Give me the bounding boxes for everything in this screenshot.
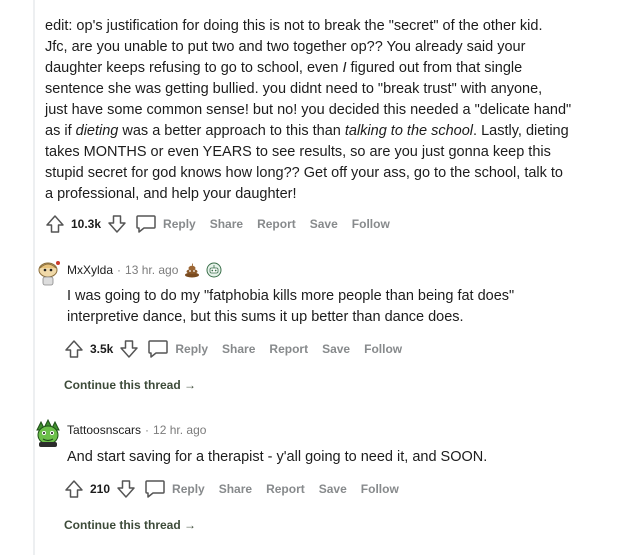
body-line: edit: op's justification for doing this … — [45, 18, 543, 34]
body-line: was a better approach to this than — [118, 123, 345, 139]
save-button[interactable]: Save — [322, 342, 350, 356]
reply-button[interactable]: Reply — [144, 479, 205, 499]
body-line: stupid secret for god knows how long?? G… — [45, 165, 563, 181]
body-italic: dieting — [75, 123, 119, 139]
timestamp[interactable]: 13 hr. ago — [125, 263, 178, 277]
report-button[interactable]: Report — [269, 342, 308, 356]
report-button[interactable]: Report — [257, 217, 296, 231]
comment: Tattoosnscars · 12 hr. ago And start sav… — [64, 423, 627, 532]
body-line: interpretive dance, but this sums it up … — [67, 309, 464, 325]
continue-thread-link[interactable]: Continue this thread → — [64, 518, 627, 532]
username[interactable]: MxXylda — [67, 263, 113, 277]
upvote-icon[interactable] — [64, 479, 84, 499]
reply-label: Reply — [175, 342, 209, 356]
comment-body: And start saving for a therapist - y'all… — [67, 447, 627, 468]
comment-body: edit: op's justification for doing this … — [45, 16, 625, 205]
downvote-icon[interactable] — [116, 479, 136, 499]
comment-body: I was going to do my "fatphobia kills mo… — [67, 286, 627, 328]
action-bar: 10.3k Reply Share Report Save Follow — [45, 214, 625, 234]
comment-header: Tattoosnscars · 12 hr. ago — [67, 423, 627, 437]
body-line: takes MONTHS or even YEARS to see result… — [45, 144, 551, 160]
separator: · — [117, 263, 122, 277]
upvote-icon[interactable] — [64, 339, 84, 359]
vote-count: 10.3k — [71, 217, 102, 231]
body-line: . Lastly, dieting — [473, 123, 569, 139]
top-comment: edit: op's justification for doing this … — [45, 16, 625, 234]
body-line: daughter keeps refusing to go to school,… — [45, 60, 343, 76]
body-line: just have some common sense! but no! you… — [45, 102, 572, 118]
timestamp[interactable]: 12 hr. ago — [153, 423, 206, 437]
body-italic: talking to the school — [344, 123, 474, 139]
vote-count: 210 — [90, 482, 111, 496]
save-button[interactable]: Save — [310, 217, 338, 231]
vote-count: 3.5k — [90, 342, 114, 356]
downvote-icon[interactable] — [107, 214, 127, 234]
report-button[interactable]: Report — [266, 482, 305, 496]
upvote-icon[interactable] — [45, 214, 65, 234]
body-line: sentence she was getting bullied. you di… — [45, 81, 543, 97]
follow-button[interactable]: Follow — [364, 342, 402, 356]
action-bar: 3.5k Reply Share Report Save Follow — [64, 339, 627, 359]
body-line: a professional, and help your daughter! — [45, 186, 297, 202]
reply-button[interactable]: Reply — [147, 339, 208, 359]
share-button[interactable]: Share — [210, 217, 243, 231]
comment-bubble-icon — [144, 479, 166, 499]
save-button[interactable]: Save — [319, 482, 347, 496]
follow-button[interactable]: Follow — [352, 217, 390, 231]
body-line: I was going to do my "fatphobia kills mo… — [67, 288, 515, 304]
body-line: as if — [45, 123, 76, 139]
downvote-icon[interactable] — [119, 339, 139, 359]
avatar[interactable] — [34, 258, 62, 286]
follow-button[interactable]: Follow — [361, 482, 399, 496]
action-bar: 210 Reply Share Report Save Follow — [64, 479, 627, 499]
reply-label: Reply — [172, 482, 205, 496]
comment: MxXylda · 13 hr. ago I was going to do m… — [64, 262, 627, 392]
comment-header: MxXylda · 13 hr. ago — [67, 262, 627, 278]
body-line: Jfc, are you unable to put two and two t… — [45, 39, 526, 55]
body-line: figured out from that single — [346, 60, 523, 76]
comment-bubble-icon — [135, 214, 157, 234]
share-button[interactable]: Share — [222, 342, 255, 356]
reply-label: Reply — [163, 217, 196, 231]
body-line: And start saving for a therapist - y'all… — [67, 449, 488, 465]
robot-award-icon[interactable] — [206, 262, 222, 278]
share-button[interactable]: Share — [219, 482, 252, 496]
continue-thread-link[interactable]: Continue this thread → — [64, 378, 627, 392]
comment-bubble-icon — [147, 339, 169, 359]
avatar[interactable] — [33, 418, 63, 448]
reply-button[interactable]: Reply — [135, 214, 196, 234]
username[interactable]: Tattoosnscars — [67, 423, 141, 437]
poop-award-icon[interactable] — [184, 262, 200, 278]
separator: · — [145, 423, 150, 437]
